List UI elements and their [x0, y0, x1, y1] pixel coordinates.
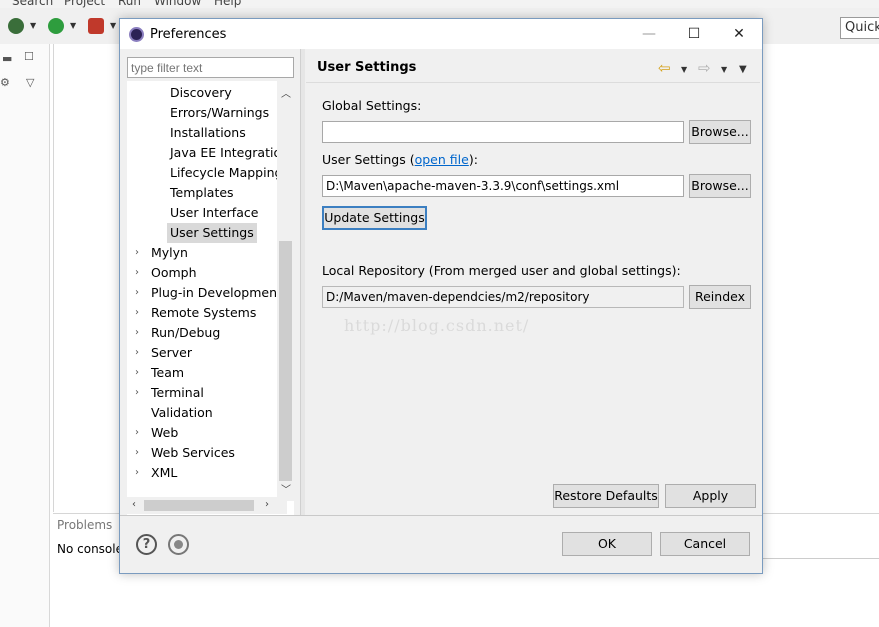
chevron-right-icon[interactable]: ›	[135, 247, 139, 258]
cancel-button[interactable]: Cancel	[660, 532, 750, 556]
maximize-icon[interactable]: ☐	[24, 50, 34, 63]
package-explorer-icon[interactable]: ⚙	[0, 76, 10, 89]
back-arrow-icon[interactable]: ⇦	[658, 59, 671, 77]
chevron-right-icon[interactable]: ›	[135, 387, 139, 398]
menu-search[interactable]: Search	[12, 0, 53, 8]
tree-item-user-settings[interactable]: User Settings	[167, 223, 257, 243]
menu-run[interactable]: Run	[118, 0, 141, 8]
view-menu-icon[interactable]: ▼	[739, 64, 747, 75]
chevron-down-icon[interactable]: ▼	[681, 65, 687, 74]
maximize-button[interactable]: ☐	[681, 24, 707, 44]
tree-item-mylyn[interactable]: Mylyn	[151, 243, 188, 263]
chevron-right-icon[interactable]: ›	[135, 347, 139, 358]
chevron-right-icon[interactable]: ›	[135, 287, 139, 298]
debug-icon[interactable]	[8, 18, 24, 34]
menu-bar: Search Project Run Window Help	[0, 0, 879, 8]
update-settings-button[interactable]: Update Settings	[322, 206, 427, 230]
header-divider	[306, 82, 760, 83]
filter-input[interactable]	[127, 57, 294, 78]
tree-item-server[interactable]: Server	[151, 343, 192, 363]
global-settings-field[interactable]	[322, 121, 684, 143]
apply-button[interactable]: Apply	[665, 484, 756, 508]
chevron-right-icon[interactable]: ›	[135, 367, 139, 378]
forward-arrow-icon[interactable]: ⇨	[698, 59, 711, 77]
chevron-down-icon[interactable]: ▽	[26, 76, 34, 89]
ok-button[interactable]: OK	[562, 532, 652, 556]
tree-item-templates[interactable]: Templates	[170, 183, 234, 203]
reindex-button[interactable]: Reindex	[689, 285, 751, 309]
tree-item-installations[interactable]: Installations	[170, 123, 246, 143]
preferences-tree: Discovery Errors/Warnings Installations …	[127, 81, 294, 515]
dialog-title: Preferences	[150, 27, 227, 42]
tree-item-plug-in-development[interactable]: Plug-in Development	[151, 283, 282, 303]
chevron-right-icon[interactable]: ›	[135, 327, 139, 338]
tree-item-remote-systems[interactable]: Remote Systems	[151, 303, 256, 323]
chevron-right-icon[interactable]: ›	[135, 307, 139, 318]
problems-tab[interactable]: Problems	[57, 518, 112, 532]
page-title: User Settings	[317, 60, 417, 75]
open-file-link[interactable]: open file	[415, 152, 469, 167]
tree-item-run-debug[interactable]: Run/Debug	[151, 323, 220, 343]
user-settings-label-end: ):	[468, 152, 478, 167]
tree-item-web-services[interactable]: Web Services	[151, 443, 235, 463]
left-trim: ▬ ☐ ⚙ ▽	[0, 44, 50, 627]
tree-item-team[interactable]: Team	[151, 363, 184, 383]
restore-defaults-button[interactable]: Restore Defaults	[553, 484, 659, 508]
chevron-down-icon[interactable]: ▼	[30, 21, 36, 30]
watermark-text: http://blog.csdn.net/	[344, 316, 530, 335]
tree-item-xml[interactable]: XML	[151, 463, 177, 483]
user-settings-label-text: User Settings (	[322, 152, 415, 167]
tree-item-validation[interactable]: Validation	[151, 403, 213, 423]
record-icon[interactable]	[168, 534, 189, 555]
tree-item-oomph[interactable]: Oomph	[151, 263, 197, 283]
title-bar: Preferences — ☐ ✕	[120, 19, 762, 49]
local-repository-field: D:/Maven/maven-dependcies/m2/repository	[322, 286, 684, 308]
quick-access-input[interactable]: Quick Access	[840, 17, 879, 39]
menu-window[interactable]: Window	[154, 0, 201, 8]
vertical-scroll-thumb[interactable]	[279, 241, 292, 481]
run-icon[interactable]	[48, 18, 64, 34]
menu-help[interactable]: Help	[214, 0, 241, 8]
chevron-right-icon[interactable]: ›	[135, 447, 139, 458]
tree-item-user-interface[interactable]: User Interface	[170, 203, 258, 223]
minimize-button[interactable]: —	[636, 24, 662, 44]
chevron-left-icon[interactable]: ‹	[132, 499, 136, 510]
chevron-up-icon[interactable]: ︿	[281, 85, 291, 100]
chevron-down-icon[interactable]: ▼	[110, 21, 116, 30]
local-repository-label: Local Repository (From merged user and g…	[322, 263, 681, 278]
help-icon[interactable]: ?	[136, 534, 157, 555]
chevron-right-icon[interactable]: ›	[135, 267, 139, 278]
user-settings-label: User Settings (open file):	[322, 152, 478, 167]
preferences-dialog: Preferences — ☐ ✕ Discovery Errors/Warni…	[119, 18, 763, 574]
minimize-icon[interactable]: ▬	[2, 52, 12, 65]
user-settings-field[interactable]: D:\Maven\apache-maven-3.3.9\conf\setting…	[322, 175, 684, 197]
tree-item-lifecycle-mappings[interactable]: Lifecycle Mappings	[170, 163, 289, 183]
tree-item-errors-warnings[interactable]: Errors/Warnings	[170, 103, 269, 123]
close-button[interactable]: ✕	[726, 24, 752, 44]
tree-item-web[interactable]: Web	[151, 423, 178, 443]
tree-item-terminal[interactable]: Terminal	[151, 383, 204, 403]
eclipse-icon	[129, 27, 144, 42]
global-browse-button[interactable]: Browse...	[689, 120, 751, 144]
pane-sash[interactable]	[300, 49, 305, 515]
horizontal-scroll-thumb[interactable]	[144, 500, 254, 511]
chevron-down-icon[interactable]: ﹀	[281, 481, 291, 496]
chevron-right-icon[interactable]: ›	[135, 427, 139, 438]
chevron-down-icon[interactable]: ▼	[721, 65, 727, 74]
tree-item-java-ee-integration[interactable]: Java EE Integration	[170, 143, 289, 163]
tree-item-discovery[interactable]: Discovery	[170, 83, 232, 103]
chevron-right-icon[interactable]: ›	[265, 499, 269, 510]
menu-project[interactable]: Project	[64, 0, 105, 8]
external-tools-icon[interactable]	[88, 18, 104, 34]
chevron-right-icon[interactable]: ›	[135, 467, 139, 478]
global-settings-label: Global Settings:	[322, 98, 422, 113]
chevron-down-icon[interactable]: ▼	[70, 21, 76, 30]
user-browse-button[interactable]: Browse...	[689, 174, 751, 198]
